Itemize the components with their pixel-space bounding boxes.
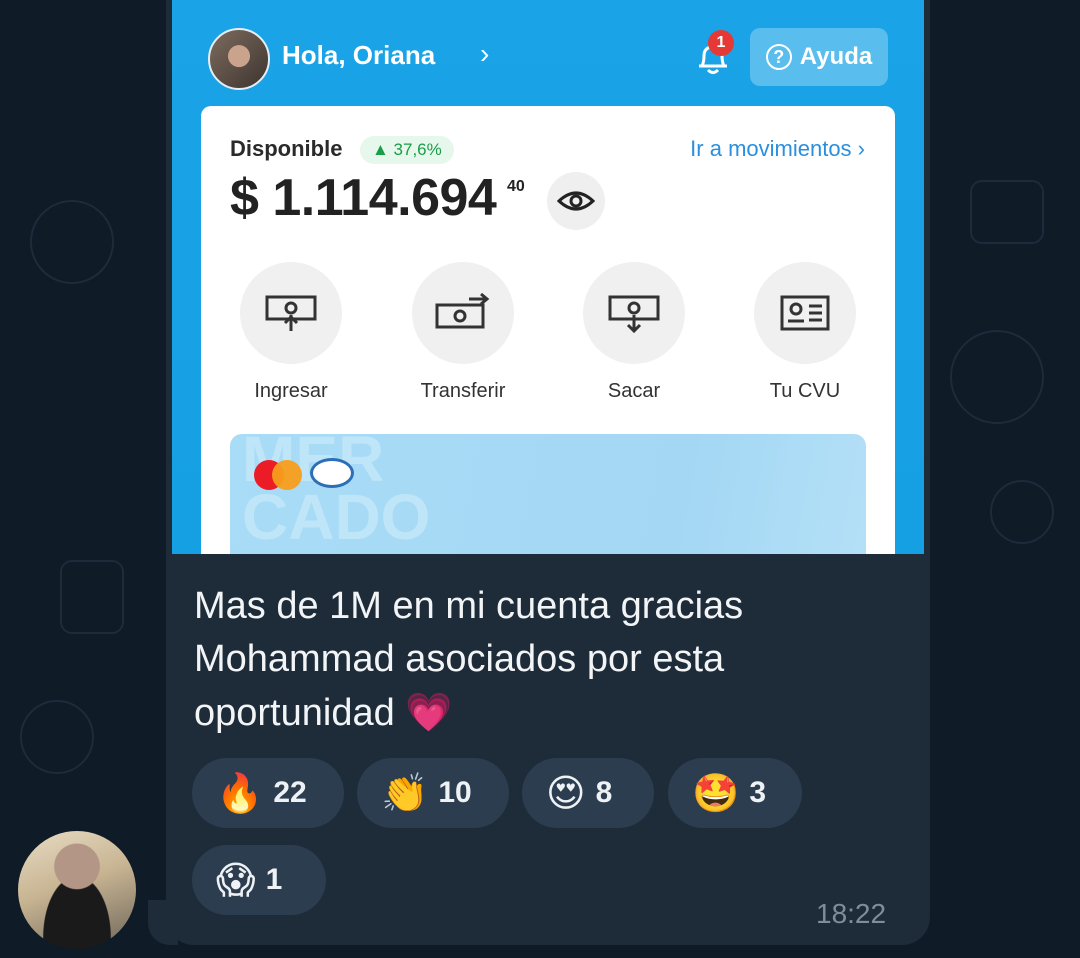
withdraw-icon (583, 262, 685, 364)
reaction-clap[interactable]: 👏 10 (357, 758, 509, 828)
id-card-icon (754, 262, 856, 364)
help-icon: ? (765, 44, 792, 70)
help-label: Ayuda (799, 43, 873, 70)
background-doodle (30, 200, 114, 284)
balance-cents: 40 (507, 178, 525, 195)
sender-avatar[interactable] (16, 829, 138, 951)
heart-eyes-icon: 😍 (546, 771, 586, 815)
message-body: Mas de 1M en mi cuenta gracias Mohammad … (194, 585, 744, 734)
notification-badge: 1 (708, 30, 734, 56)
message-timestamp: 18:22 (816, 898, 887, 929)
action-label: Transferir (420, 380, 506, 402)
attached-photo[interactable]: Hola, Oriana › 1 ? Ayuda Disponible ▲ 37… (172, 0, 924, 554)
reaction-count: 22 (273, 776, 307, 809)
user-avatar (208, 28, 270, 90)
action-label: Sacar (607, 380, 661, 402)
background-doodle (990, 480, 1054, 544)
card-watermark: MER CADO (242, 434, 431, 553)
action-transferir: Transferir (393, 262, 533, 403)
action-label: Tu CVU (769, 380, 841, 402)
deposit-icon (240, 262, 342, 364)
reaction-count: 8 (595, 776, 613, 809)
clapping-hands-icon: 👏 (381, 770, 429, 815)
message-text: Mas de 1M en mi cuenta gracias Mohammad … (194, 580, 894, 740)
reaction-count: 10 (438, 776, 472, 809)
movements-link: Ir a movimientos › (690, 136, 865, 161)
balance-card: Disponible ▲ 37,6% Ir a movimientos › $ … (201, 106, 895, 554)
star-struck-icon: 🤩 (692, 770, 740, 815)
screaming-face-icon: 😱 (216, 858, 256, 902)
background-doodle (20, 700, 94, 774)
background-doodle (970, 180, 1044, 244)
mastercard-logo-icon (254, 460, 302, 490)
action-tu-cvu: Tu CVU (735, 262, 875, 403)
app-header: Hola, Oriana › 1 ? Ayuda (172, 0, 924, 105)
credit-card-preview: MER CADO (230, 434, 866, 554)
action-sacar: Sacar (564, 262, 704, 403)
heart-emoji-icon: 💗 (405, 690, 453, 734)
reaction-heart-eyes[interactable]: 😍 8 (522, 758, 654, 828)
reaction-count: 3 (749, 776, 767, 809)
action-ingresar: Ingresar (221, 262, 361, 403)
reaction-star-struck[interactable]: 🤩 3 (668, 758, 802, 828)
chevron-right-icon: › (480, 38, 490, 69)
balance-amount: $ 1.114.694 (230, 169, 497, 227)
background-doodle (950, 330, 1044, 424)
reaction-fire[interactable]: 🔥 22 (192, 758, 344, 828)
reaction-count: 1 (265, 863, 283, 896)
available-label: Disponible (230, 136, 343, 161)
reaction-scream[interactable]: 😱 1 (192, 845, 326, 915)
greeting-text: Hola, Oriana (282, 40, 436, 70)
background-doodle (60, 560, 124, 634)
change-percentage-badge: ▲ 37,6% (360, 136, 454, 164)
handshake-logo-icon (310, 458, 354, 488)
action-label: Ingresar (254, 380, 328, 402)
fire-icon: 🔥 (216, 770, 264, 815)
eye-icon (547, 172, 605, 230)
help-button: ? Ayuda (750, 28, 888, 86)
transfer-icon (412, 262, 514, 364)
